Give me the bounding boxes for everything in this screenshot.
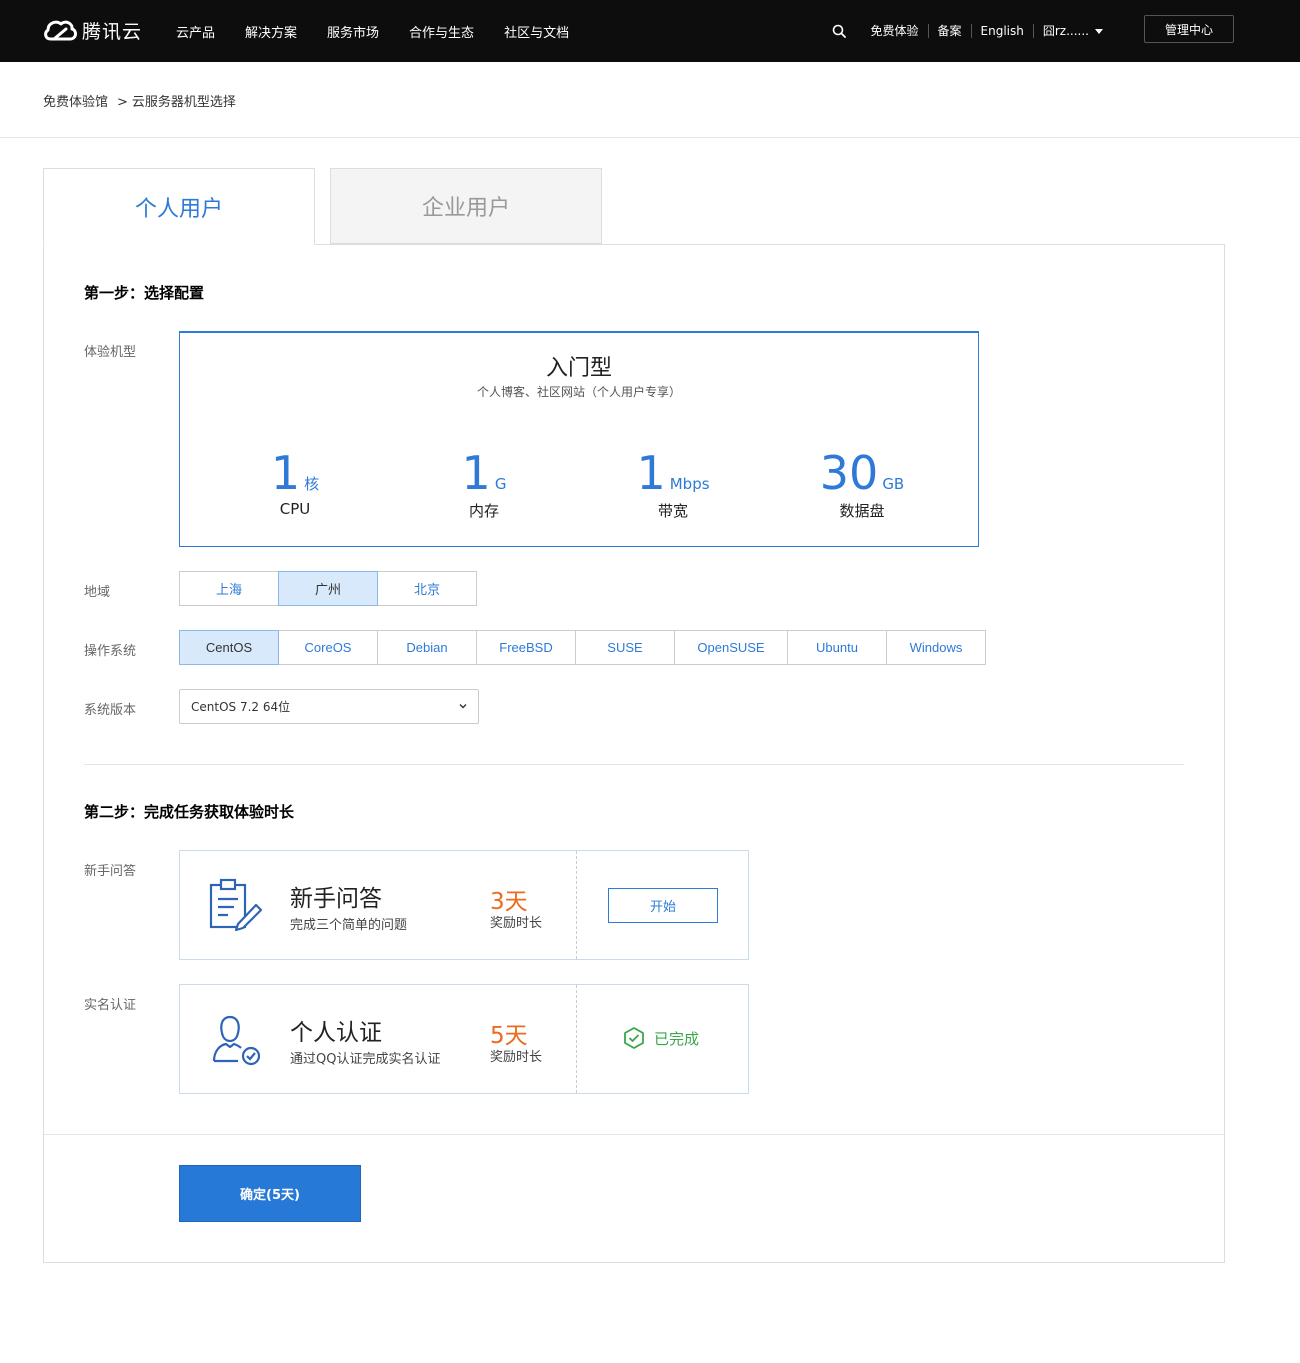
os-option-windows[interactable]: Windows (886, 630, 986, 665)
task-verify-row-label: 实名认证 (84, 998, 137, 1013)
tencent-cloud-logo-icon (44, 20, 77, 41)
breadcrumb-separator: > (117, 95, 128, 110)
task-title: 个人认证 (290, 1020, 382, 1046)
nav-community-docs[interactable]: 社区与文档 (504, 22, 569, 41)
spec-label: 带宽 (657, 502, 688, 520)
spec-card-entry[interactable]: 入门型 个人博客、社区网站（个人用户专享） 1核 CPU 1G 内存 1 Mbps… (179, 331, 979, 547)
task-card-qa: 新手问答 完成三个简单的问题 3天 奖励时长 开始 (179, 850, 749, 960)
breadcrumb-root[interactable]: 免费体验馆 (43, 95, 108, 110)
spec-cpu: 1核 CPU (225, 448, 365, 518)
nav-free-trial[interactable]: 免费体验 (862, 24, 928, 38)
spec-unit: G (494, 475, 507, 493)
spec-label: 内存 (468, 502, 499, 520)
main-nav: 云产品 解决方案 服务市场 合作与生态 社区与文档 (176, 0, 599, 62)
step2-title: 第二步：完成任务获取体验时长 (84, 803, 295, 821)
nav-utility: 免费体验 备案 English 囧rz...... (828, 0, 1113, 62)
brand-logo[interactable]: 腾讯云 (42, 14, 142, 46)
nav-partners[interactable]: 合作与生态 (409, 22, 474, 41)
os-option-centos[interactable]: CentOS (179, 630, 279, 665)
section-divider (84, 764, 1184, 765)
version-select-value: CentOS 7.2 64位 (191, 700, 291, 714)
task-desc: 通过QQ认证完成实名认证 (290, 1052, 441, 1067)
spec-bandwidth: 1 Mbps 带宽 (603, 448, 743, 521)
task-reward-days: 3天 (490, 889, 528, 915)
tab-personal[interactable]: 个人用户 (43, 168, 315, 245)
nav-solutions[interactable]: 解决方案 (245, 22, 297, 41)
os-option-coreos[interactable]: CoreOS (278, 630, 378, 665)
spec-label: CPU (279, 500, 311, 518)
clipboard-edit-icon (209, 878, 263, 932)
step1-title: 第一步：选择配置 (84, 284, 205, 302)
spec-disk: 30 GB 数据盘 (792, 448, 932, 521)
start-qa-button[interactable]: 开始 (608, 888, 718, 923)
spec-name: 入门型 (545, 356, 612, 381)
username: 囧rz...... (1042, 24, 1089, 38)
region-option-guangzhou[interactable]: 广州 (278, 571, 378, 606)
model-label: 体验机型 (84, 345, 137, 360)
brand-name: 腾讯云 (82, 20, 143, 43)
task-qa-row-label: 新手问答 (84, 864, 137, 879)
nav-filing[interactable]: 备案 (927, 24, 971, 38)
spec-value: 30 (819, 446, 879, 500)
task-reward-label: 奖励时长 (490, 1050, 543, 1065)
nav-marketplace[interactable]: 服务市场 (327, 22, 379, 41)
task-separator (576, 851, 577, 959)
top-navbar: 腾讯云 云产品 解决方案 服务市场 合作与生态 社区与文档 免费体验 备案 En… (0, 0, 1300, 62)
spec-unit: Mbps (669, 475, 710, 493)
region-option-beijing[interactable]: 北京 (377, 571, 477, 606)
task-title: 新手问答 (290, 886, 382, 912)
region-selector: 上海 广州 北京 (179, 571, 477, 606)
console-button[interactable]: 管理中心 (1144, 15, 1234, 43)
os-option-ubuntu[interactable]: Ubuntu (787, 630, 887, 665)
spec-memory: 1G 内存 (414, 448, 554, 521)
spec-unit: 核 (304, 475, 320, 493)
region-option-shanghai[interactable]: 上海 (179, 571, 279, 606)
spec-unit: GB (882, 475, 905, 493)
os-option-suse[interactable]: SUSE (575, 630, 675, 665)
version-select[interactable]: CentOS 7.2 64位 (179, 689, 479, 724)
user-verified-icon (212, 1015, 261, 1066)
os-option-opensuse[interactable]: OpenSUSE (674, 630, 788, 665)
region-label: 地域 (84, 585, 111, 600)
breadcrumb-current: 云服务器机型选择 (131, 95, 236, 110)
nav-user-menu[interactable]: 囧rz...... (1032, 24, 1112, 38)
os-option-freebsd[interactable]: FreeBSD (476, 630, 576, 665)
task-completed-status: 已完成 (622, 1026, 699, 1050)
search-icon[interactable] (828, 20, 850, 42)
task-separator (576, 985, 577, 1093)
completed-label: 已完成 (654, 1029, 700, 1048)
version-label: 系统版本 (84, 703, 137, 718)
breadcrumb: 免费体验馆 > 云服务器机型选择 (43, 91, 236, 110)
check-shield-icon (624, 1027, 644, 1049)
task-card-verify: 个人认证 通过QQ认证完成实名认证 5天 奖励时长 已完成 (179, 984, 749, 1094)
task-desc: 完成三个简单的问题 (290, 918, 408, 933)
breadcrumb-bar: 免费体验馆 > 云服务器机型选择 (0, 62, 1300, 138)
nav-english[interactable]: English (970, 24, 1033, 38)
spec-value: 1 (461, 446, 491, 500)
chevron-down-icon (459, 704, 467, 709)
confirm-button[interactable]: 确定(5天) (179, 1165, 361, 1222)
os-label: 操作系统 (84, 644, 137, 659)
nav-products[interactable]: 云产品 (176, 22, 215, 41)
spec-label: 数据盘 (839, 502, 885, 520)
tab-enterprise[interactable]: 企业用户 (330, 168, 602, 244)
task-reward-label: 奖励时长 (490, 916, 543, 931)
caret-down-icon (1095, 29, 1103, 34)
os-selector: CentOS CoreOS Debian FreeBSD SUSE OpenSU… (179, 630, 986, 665)
spec-value: 1 (270, 446, 301, 500)
spec-desc: 个人博客、社区网站（个人用户专享） (476, 385, 681, 399)
task-reward-days: 5天 (490, 1023, 528, 1049)
footer-divider (44, 1134, 1224, 1135)
os-option-debian[interactable]: Debian (377, 630, 477, 665)
spec-value: 1 (636, 446, 666, 500)
